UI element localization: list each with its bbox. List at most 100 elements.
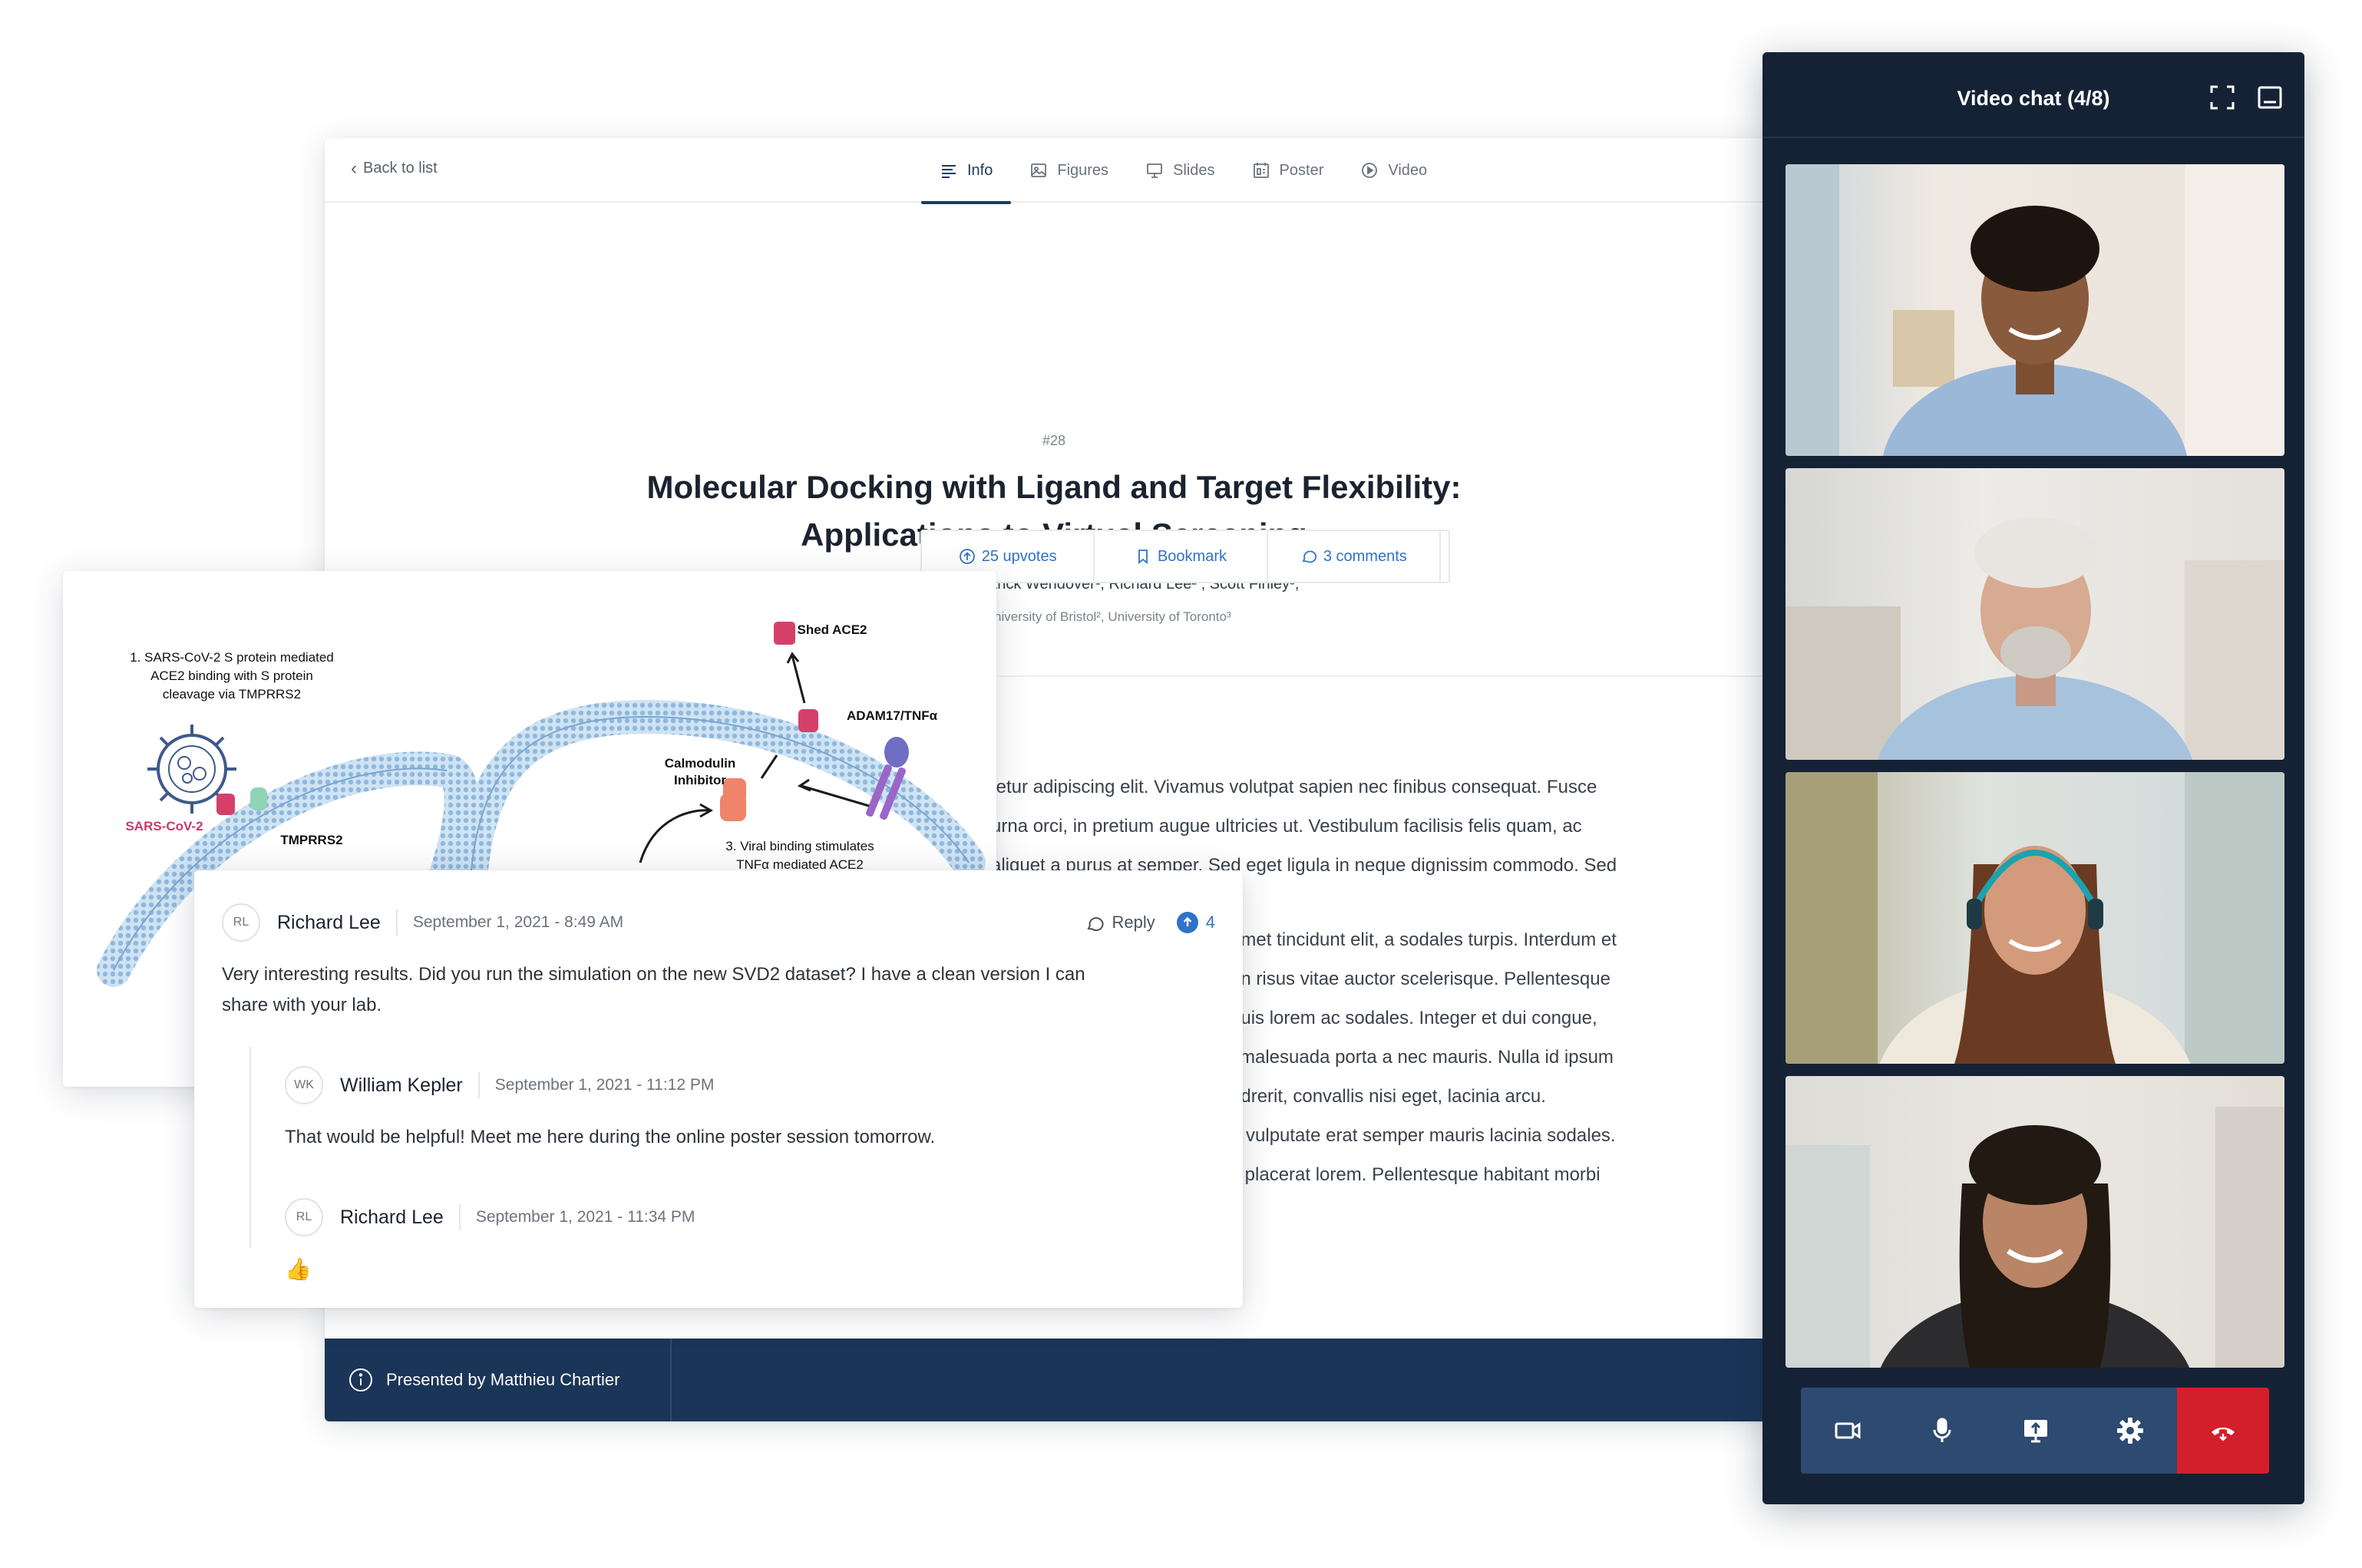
comments-button[interactable]: 3 comments — [1268, 531, 1439, 582]
comment-author[interactable]: William Kepler — [340, 1074, 463, 1097]
call-controls — [1801, 1388, 2269, 1474]
video-tile-participant-1[interactable] — [1786, 164, 2284, 456]
call-settings-button[interactable] — [2083, 1388, 2178, 1474]
abstract-line: tetur adipiscing elit. Vivamus volutpat … — [991, 777, 1597, 797]
abstract-paragraph-1: tetur adipiscing elit. Vivamus volutpat … — [991, 767, 1697, 885]
abstract-line: s placerat lorem. Pellentesque habitant … — [1231, 1164, 1601, 1185]
comment-upvote-count: 4 — [1205, 913, 1215, 932]
microphone-icon — [1933, 1418, 1951, 1442]
hang-up-icon — [2212, 1428, 2235, 1441]
upvote-count-label: 25 upvotes — [981, 547, 1057, 565]
info-circle-icon — [349, 1368, 372, 1391]
back-to-list-link[interactable]: ‹ Back to list — [351, 157, 438, 179]
figure-step1-line1: 1. SARS-CoV-2 S protein mediated — [130, 650, 334, 665]
comment-author[interactable]: Richard Lee — [277, 912, 381, 934]
tab-figures[interactable]: Figures — [1011, 138, 1127, 203]
abstract-line: amet tincidunt elit, a sodales turpis. I… — [1231, 929, 1617, 950]
figure-calmodulin-line2: Inhibitor — [674, 773, 726, 787]
figure-step1-line2: ACE2 binding with S protein — [150, 668, 313, 683]
poster-icon — [1253, 163, 1269, 178]
figure-calmodulin-line1: Calmodulin — [665, 756, 736, 771]
tab-figures-label: Figures — [1057, 161, 1109, 179]
toggle-camera-button[interactable] — [1801, 1388, 1895, 1474]
comments-thread: RL Richard Lee September 1, 2021 - 8:49 … — [194, 870, 1243, 1308]
comment-header-divider — [395, 909, 398, 936]
abstract-line: urna orci, in pretium augue ultricies ut… — [991, 816, 1582, 837]
presenter-bar: Presented by Matthieu Chartier — [325, 1339, 1783, 1421]
calmodulin-inhibitor-icon — [720, 794, 746, 821]
comment-header: WK William Kepler September 1, 2021 - 11… — [285, 1064, 1206, 1107]
reply-thread-line — [249, 1047, 251, 1248]
comment-item: RL Richard Lee September 1, 2021 - 8:49 … — [222, 901, 1212, 1021]
comment-date: September 1, 2021 - 11:12 PM — [494, 1076, 715, 1094]
figure-shed-ace2-label: Shed ACE2 — [797, 622, 867, 637]
tab-video[interactable]: Video — [1342, 138, 1445, 203]
comment-author[interactable]: Richard Lee — [340, 1207, 444, 1229]
figure-step3-line1: 3. Viral binding stimulates — [725, 839, 874, 853]
comment-text-line: Very interesting results. Did you run th… — [222, 964, 1085, 985]
back-to-list-label: Back to list — [363, 160, 438, 177]
poster-title-line-1: Molecular Docking with Ligand and Target… — [646, 469, 1462, 505]
toggle-microphone-button[interactable] — [1895, 1388, 1990, 1474]
abstract-line: ndrerit, convallis nisi eget, lacinia ar… — [1231, 1086, 1546, 1107]
comment-header-divider — [458, 1204, 461, 1230]
figure-tmprss2-label: TMPRRS2 — [280, 833, 342, 847]
share-screen-button[interactable] — [1989, 1388, 2083, 1474]
fullscreen-icon[interactable] — [2209, 84, 2235, 111]
abstract-line: quis lorem ac sodales. Integer et dui co… — [1231, 1008, 1597, 1028]
poster-tabs: Info Figures Slides Poster Video — [921, 138, 1445, 204]
tab-video-label: Video — [1388, 161, 1428, 179]
tab-slides-label: Slides — [1173, 161, 1215, 179]
thumbs-up-icon: 👍 — [285, 1257, 312, 1281]
bookmark-button[interactable]: Bookmark — [1095, 531, 1268, 582]
screen-share-icon — [2024, 1420, 2048, 1443]
play-circle-icon — [1362, 163, 1378, 178]
poster-number: #28 — [1042, 433, 1066, 448]
video-tile-participant-3[interactable] — [1786, 772, 2284, 1064]
participant-video-frame — [1786, 517, 2284, 760]
abstract-line: i malesuada porta a nec mauris. Nulla id… — [1231, 1047, 1614, 1068]
video-chat-panel: Video chat (4/8) — [1762, 52, 2304, 1504]
tab-info[interactable]: Info — [921, 138, 1012, 204]
abstract-line: n vulputate erat semper mauris lacinia s… — [1231, 1125, 1616, 1146]
video-tile-participant-2[interactable] — [1786, 468, 2284, 760]
comment-actions: Reply 4 — [1085, 912, 1215, 933]
comment-date: September 1, 2021 - 8:49 AM — [412, 913, 624, 931]
video-chat-header: Video chat (4/8) — [1762, 52, 2304, 138]
tab-poster-label: Poster — [1279, 161, 1324, 179]
participant-video-frame — [1786, 1107, 2284, 1368]
tab-slides[interactable]: Slides — [1127, 138, 1233, 203]
abstract-line: an risus vitae auctor scelerisque. Pelle… — [1231, 969, 1610, 989]
minimize-panel-icon[interactable] — [2257, 84, 2283, 111]
bookmark-label: Bookmark — [1157, 547, 1227, 565]
video-tile-participant-4[interactable] — [1786, 1076, 2284, 1368]
avatar: WK — [285, 1066, 323, 1104]
ace2-receptor — [216, 794, 235, 815]
presented-by: Presented by Matthieu Chartier — [348, 1339, 620, 1421]
comment-upvote-button[interactable]: 4 — [1176, 912, 1215, 933]
upvote-circle-icon — [959, 549, 975, 564]
comment-bubble-icon — [1302, 550, 1316, 563]
participant-video-frame — [1786, 772, 2284, 1064]
tmprss2-protein — [250, 787, 267, 810]
shed-ace2-icon — [774, 622, 795, 645]
avatar: RL — [222, 903, 260, 942]
reply-button[interactable]: Reply — [1085, 913, 1155, 933]
poster-top-nav: ‹ Back to list Info Figures Slides Poste… — [325, 138, 1783, 204]
presented-by-label: Presented by Matthieu Chartier — [386, 1370, 620, 1389]
comment-text-line: share with your lab. — [222, 995, 382, 1015]
poster-action-bar: 25 upvotes Bookmark 3 comments — [920, 530, 1441, 583]
chevron-left-icon: ‹ — [351, 157, 357, 179]
tab-poster[interactable]: Poster — [1234, 138, 1343, 203]
ace2-receptor — [798, 709, 818, 732]
comment-header-divider — [477, 1072, 480, 1098]
presentation-icon — [1147, 163, 1162, 178]
section-divider — [999, 675, 1783, 677]
info-lines-icon — [942, 165, 956, 178]
figure-adam17-label: ADAM17/TNFα — [847, 708, 938, 723]
comment-header: RL Richard Lee September 1, 2021 - 8:49 … — [222, 901, 1212, 944]
end-call-button[interactable] — [2177, 1388, 2269, 1474]
comment-reply: RL Richard Lee September 1, 2021 - 11:34… — [285, 1196, 1206, 1285]
image-icon — [1031, 163, 1047, 177]
camera-icon — [1835, 1422, 1861, 1439]
